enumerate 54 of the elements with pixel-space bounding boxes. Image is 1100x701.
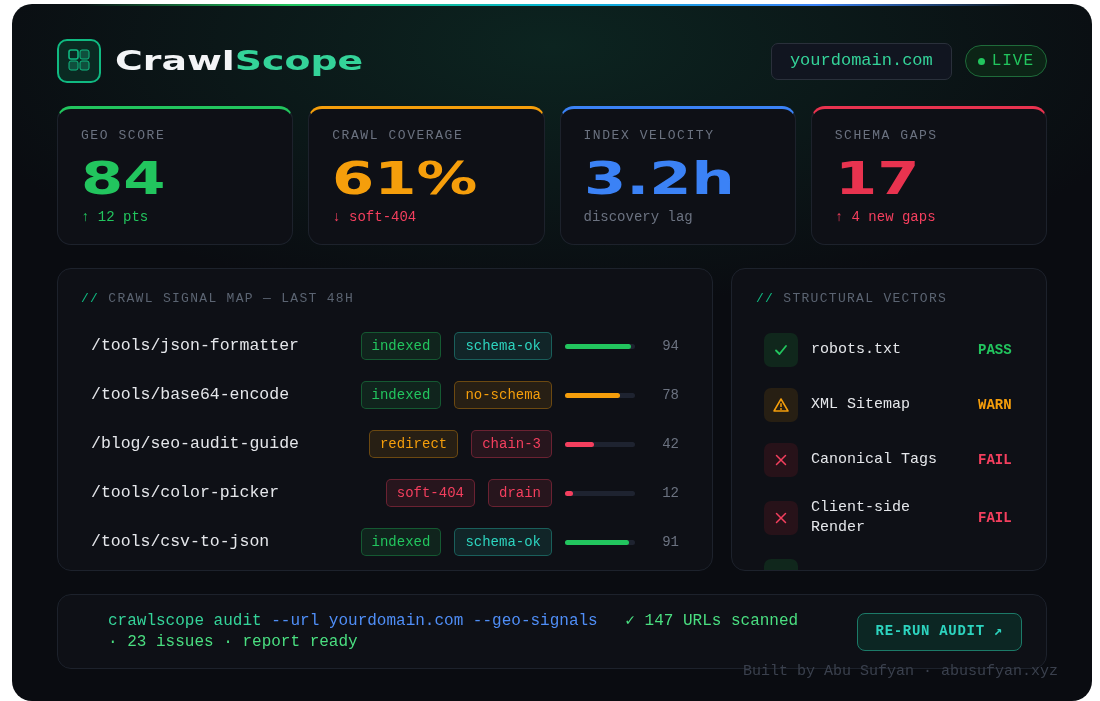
url-path: /tools/csv-to-json (91, 530, 271, 553)
url-path: /blog/seo-audit-guide (91, 432, 300, 455)
score-value: 91 (661, 532, 679, 552)
check-status: WARN (978, 395, 1013, 415)
metric-value: 3.2h (583, 156, 735, 202)
panel-title: // CRAWL SIGNAL MAP — LAST 48H (81, 291, 356, 307)
status-tag: indexed (360, 528, 442, 556)
check-status: FAIL (978, 450, 1013, 470)
rerun-audit-button[interactable]: RE-RUN AUDIT ↗ (856, 612, 1022, 651)
live-label: LIVE (991, 51, 1034, 72)
score-value: 78 (661, 385, 679, 405)
metric-label: GEO SCORE (81, 128, 166, 144)
panel-title: // STRUCTURAL VECTORS (756, 291, 949, 307)
status-tag: schema-ok (454, 332, 552, 360)
url-path: /tools/color-picker (91, 481, 281, 504)
score-value: 12 (661, 483, 679, 503)
score-value: 42 (661, 434, 679, 454)
url-path: /tools/base64-encode (91, 383, 291, 406)
metric-label: INDEX VELOCITY (583, 128, 715, 144)
tile-icon (764, 559, 798, 570)
status-tag: soft-404 (385, 479, 475, 507)
metric-note: discovery lag (583, 208, 693, 226)
status-tag: redirect (368, 430, 459, 458)
domain-display: yourdomain.com (770, 42, 952, 80)
status-tag: schema-ok (454, 528, 552, 556)
check-label: XML Sitemap (811, 395, 912, 415)
check-status: PASS (978, 340, 1013, 360)
cross-icon (764, 501, 798, 535)
metric-label: SCHEMA GAPS (834, 128, 938, 144)
credit-text: Built by Abu Sufyan · abusufyan.xyz (742, 663, 1058, 681)
metric-label: CRAWL COVERAGE (332, 128, 464, 144)
check-icon (764, 333, 798, 367)
status-tag: drain (488, 479, 552, 507)
status-tag: chain-3 (471, 430, 552, 458)
cross-icon (764, 443, 798, 477)
status-tag: indexed (360, 381, 442, 409)
metric-value: 61% (332, 156, 478, 202)
metric-note: ↓ soft-404 (332, 208, 417, 226)
status-tag: indexed (360, 332, 442, 360)
url-path: /tools/json-formatter (91, 334, 300, 357)
metric-value: 84 (81, 156, 166, 202)
check-label: Client-side Render (811, 498, 912, 538)
metric-note: ↑ 4 new gaps (834, 208, 936, 226)
check-status: FAIL (978, 508, 1013, 528)
check-label: Canonical Tags (811, 450, 939, 470)
logo-icon (57, 39, 101, 83)
app-name: CrawlScope (115, 45, 364, 77)
score-value: 94 (661, 336, 679, 356)
warning-icon (764, 388, 798, 422)
status-tag: no-schema (454, 381, 552, 409)
metric-value: 17 (834, 156, 920, 202)
terminal-command: crawlscope audit --url yourdomain.com --geo-signals ✓ 147 URLs scanned · 23 issues · report ready (108, 610, 800, 653)
metric-note: ↑ 12 pts (81, 208, 149, 226)
check-label: robots.txt (811, 340, 902, 360)
